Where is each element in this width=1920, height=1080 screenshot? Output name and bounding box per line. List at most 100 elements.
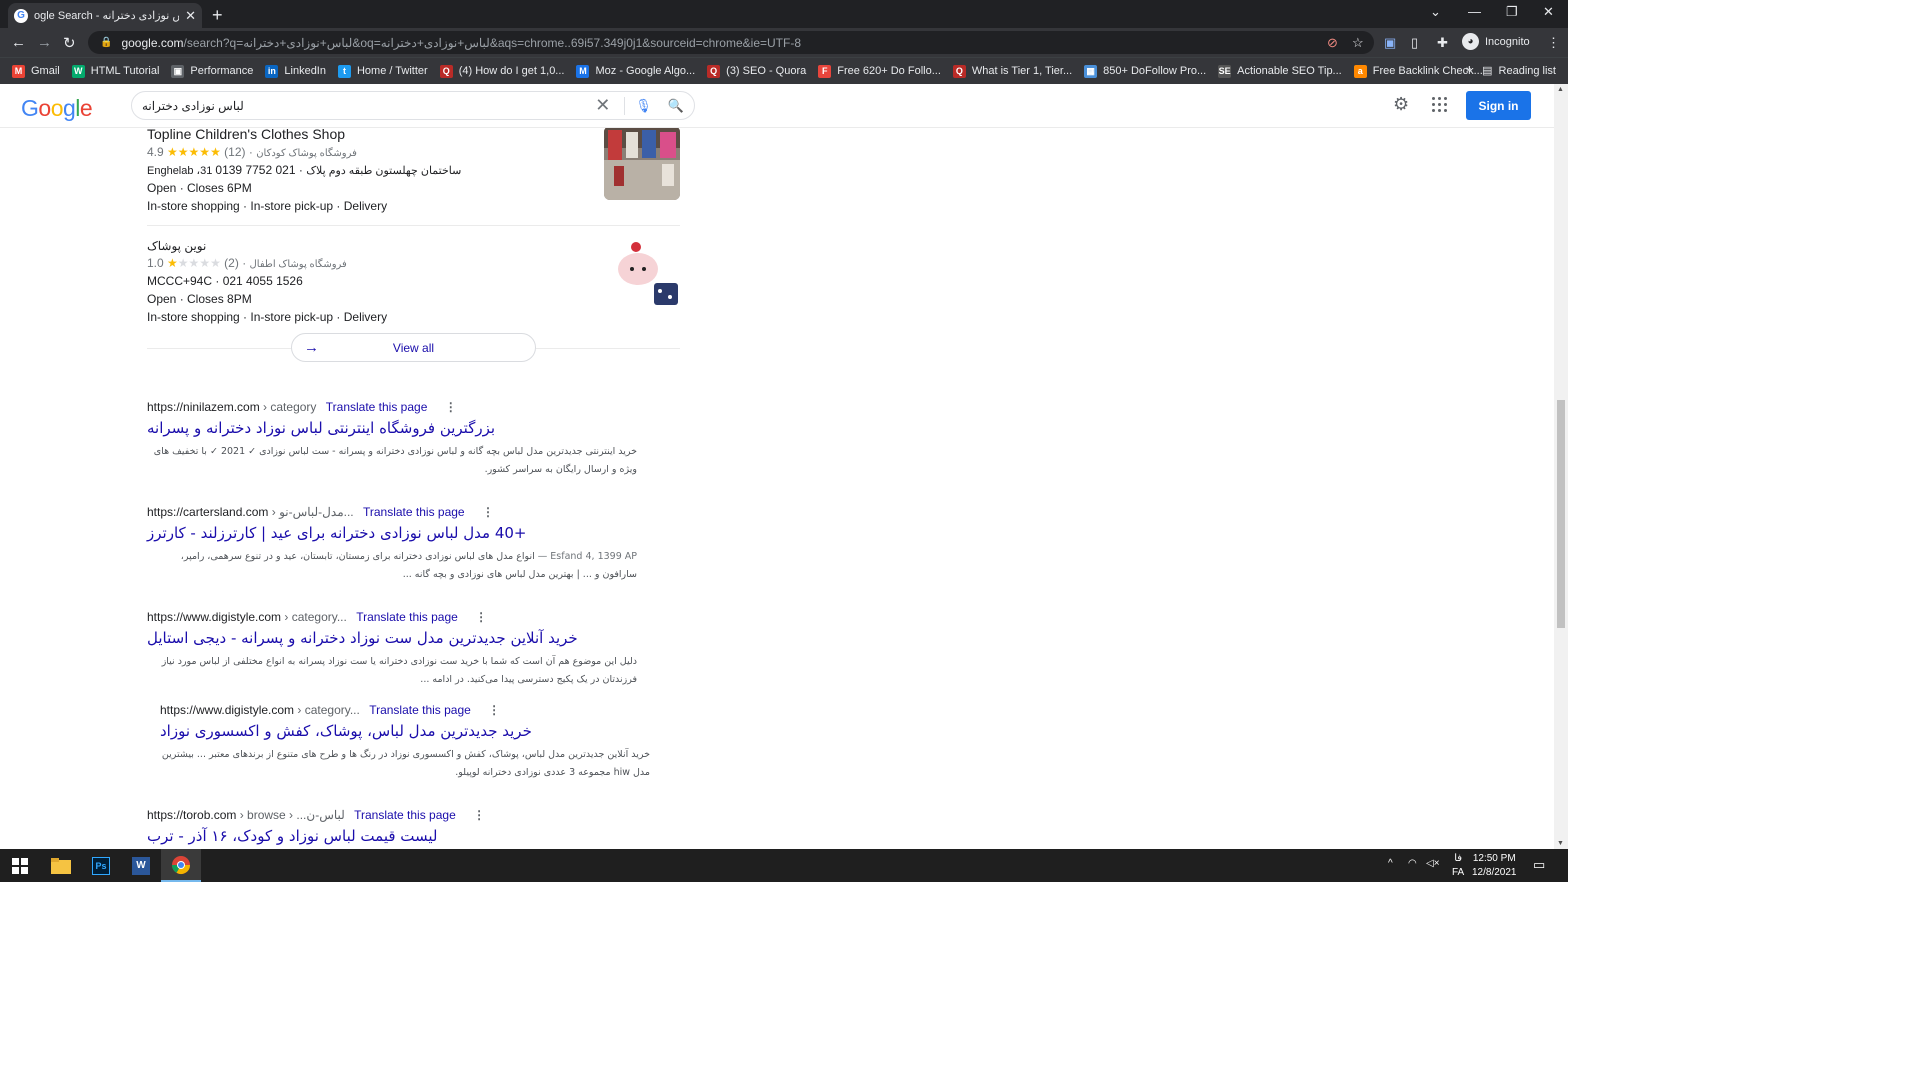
bookmark-item[interactable]: Q (4) How do I get 1,0... [439, 64, 564, 78]
place-category: فروشگاه پوشاک کودکان [256, 148, 357, 159]
new-tab-button[interactable]: + [212, 5, 223, 26]
result-title[interactable]: خرید آنلاین جدیدترین مدل ست نوزاد دختران… [147, 629, 647, 647]
extensions-puzzle-icon[interactable]: ✚ [1437, 35, 1448, 51]
forward-icon[interactable]: → [37, 34, 52, 51]
menu-kebab-icon[interactable]: ⋮ [1547, 35, 1560, 51]
bookmark-item[interactable]: M Gmail [12, 64, 60, 78]
result-options-icon[interactable]: ⋮ [445, 400, 457, 414]
back-icon[interactable]: ← [11, 34, 26, 51]
bookmarks-overflow-icon[interactable]: » [1466, 64, 1472, 76]
sign-in-button[interactable]: Sign in [1466, 91, 1531, 120]
place-photo[interactable] [604, 128, 680, 200]
bookmark-item[interactable]: Q (3) SEO - Quora [707, 64, 806, 78]
result-cite[interactable]: https://ninilazem.com › category Transla… [147, 400, 647, 414]
search-box[interactable]: لباس نوزادی دخترانه ✕ 🎙 🔍 [131, 91, 695, 120]
clock-date: 12/8/2021 [1472, 867, 1517, 878]
result-options-icon[interactable]: ⋮ [473, 808, 485, 822]
apps-grid-icon[interactable] [1432, 97, 1447, 112]
tab-close-icon[interactable]: ✕ [185, 8, 196, 24]
scroll-up-icon[interactable]: ▲ [1557, 86, 1564, 93]
result-cite[interactable]: https://cartersland.com › مدل-لباس-نو...… [147, 505, 647, 519]
file-explorer-button[interactable] [41, 849, 81, 882]
logo-letter: G [21, 95, 39, 121]
local-place-1[interactable]: Topline Children's Clothes Shop 4.9 ★★★★… [147, 128, 680, 214]
photoshop-button[interactable]: Ps [81, 849, 121, 882]
tracking-blocked-icon[interactable]: ⊘ [1327, 35, 1338, 51]
scrollbar-thumb[interactable] [1557, 400, 1565, 628]
system-clock[interactable]: 12:50 PM 12/8/2021 [1472, 852, 1517, 880]
result-domain: https://www.digistyle.com [160, 703, 295, 717]
translate-link[interactable]: Translate this page [326, 400, 428, 414]
chrome-button[interactable] [161, 849, 201, 882]
bookmark-item[interactable]: ▣ Performance [171, 64, 253, 78]
network-icon[interactable]: ◠ [1408, 858, 1417, 869]
bookmark-label: LinkedIn [284, 65, 326, 77]
minimize-icon[interactable]: — [1468, 4, 1481, 19]
voice-search-icon[interactable]: 🎙 [635, 98, 652, 114]
clear-search-icon[interactable]: ✕ [595, 95, 610, 116]
extension-icon[interactable]: ▯ [1411, 35, 1418, 51]
reload-icon[interactable]: ↻ [63, 34, 76, 52]
result-title[interactable]: +40 مدل لباس نوزادی دخترانه برای عید | ک… [147, 524, 647, 542]
result-cite[interactable]: https://www.digistyle.com › category... … [147, 610, 647, 624]
place-phone: 021 4055 1526 [222, 274, 303, 288]
place-photo[interactable] [604, 239, 680, 313]
place-hours: Open · Closes 6PM [147, 181, 252, 195]
page-scrollbar[interactable]: ▲ ▼ [1554, 84, 1568, 849]
translate-link[interactable]: Translate this page [356, 610, 458, 624]
bookmark-item[interactable]: F Free 620+ Do Follo... [818, 64, 941, 78]
bookmark-item[interactable]: a Free Backlink Check... [1353, 64, 1483, 78]
bookmark-item[interactable]: ▦ 850+ DoFollow Pro... [1084, 64, 1206, 78]
translate-link[interactable]: Translate this page [363, 505, 465, 519]
translate-link[interactable]: Translate this page [369, 703, 471, 717]
word-button[interactable]: W [121, 849, 161, 882]
bookmark-item[interactable]: SE Actionable SEO Tip... [1218, 64, 1342, 78]
bookmark-star-icon[interactable]: ☆ [1352, 35, 1364, 51]
reading-list-label: Reading list [1498, 64, 1556, 77]
browser-tab[interactable]: G ogle Search - لباس نوزادی دخترانه ✕ [8, 3, 202, 28]
restore-icon[interactable]: ❐ [1506, 4, 1518, 20]
bookmark-item[interactable]: M Moz - Google Algo... [576, 64, 696, 78]
windows-taskbar: Ps W ^ ◠ ◁× فا FA 12:50 PM 12/8/2021 ▭ [0, 849, 1568, 882]
address-bar[interactable]: 🔒 google.com/search?q=لباس+نوزادی+دختران… [88, 31, 1374, 54]
result-path: › category... [281, 610, 347, 624]
translate-icon[interactable]: ▣ [1384, 35, 1396, 51]
result-options-icon[interactable]: ⋮ [488, 703, 500, 717]
bookmark-item[interactable]: W HTML Tutorial [71, 64, 159, 78]
google-logo[interactable]: Google [21, 95, 93, 122]
settings-gear-icon[interactable]: ⚙ [1393, 94, 1409, 115]
place-name[interactable]: نوین پوشاک [147, 239, 680, 253]
close-window-icon[interactable]: ✕ [1543, 4, 1554, 20]
language-indicator[interactable]: فا FA [1452, 852, 1464, 880]
place-services: In-store shopping · In-store pick-up · D… [147, 199, 388, 213]
incognito-indicator[interactable]: ◕ Incognito [1462, 33, 1530, 50]
bookmark-item[interactable]: in LinkedIn [265, 64, 326, 78]
tray-overflow-icon[interactable]: ^ [1388, 858, 1393, 869]
local-place-2[interactable]: نوین پوشاک 1.0 ★★★★★ (2) · فروشگاه پوشاک… [147, 239, 680, 325]
result-cite[interactable]: https://www.digistyle.com › category... … [160, 703, 660, 717]
view-all-button[interactable]: → View all [291, 333, 536, 362]
scroll-down-icon[interactable]: ▼ [1557, 840, 1564, 847]
result-options-icon[interactable]: ⋮ [482, 505, 494, 519]
result-path: › browse › ...لباس-ن [236, 808, 345, 822]
notifications-icon[interactable]: ▭ [1533, 857, 1545, 873]
word-icon: W [132, 856, 150, 875]
search-input[interactable]: لباس نوزادی دخترانه [142, 99, 595, 113]
result-title[interactable]: لیست قیمت لباس نوزاد و کودک، ۱۶ آذر - تر… [147, 827, 647, 845]
result-domain: https://www.digistyle.com [147, 610, 282, 624]
result-title[interactable]: بزرگترین فروشگاه اینترنتی لباس نوزاد دخت… [147, 419, 647, 437]
volume-icon[interactable]: ◁× [1426, 858, 1440, 869]
bookmark-label: Moz - Google Algo... [595, 65, 696, 77]
reading-list-button[interactable]: ▤ Reading list [1482, 64, 1556, 78]
tab-search-icon[interactable]: ⌄ [1430, 4, 1441, 20]
result-title[interactable]: خرید جدیدترین مدل لباس، پوشاک، کفش و اکس… [160, 722, 660, 740]
bookmark-item[interactable]: Q What is Tier 1, Tier... [952, 64, 1072, 78]
place-name[interactable]: Topline Children's Clothes Shop [147, 128, 680, 142]
start-button[interactable] [0, 849, 40, 882]
lang-top: فا [1454, 853, 1463, 864]
search-icon[interactable]: 🔍 [668, 98, 684, 114]
result-cite[interactable]: https://torob.com › browse › ...لباس-ن T… [147, 808, 647, 822]
bookmark-item[interactable]: t Home / Twitter [337, 64, 428, 78]
result-options-icon[interactable]: ⋮ [475, 610, 487, 624]
translate-link[interactable]: Translate this page [354, 808, 456, 822]
